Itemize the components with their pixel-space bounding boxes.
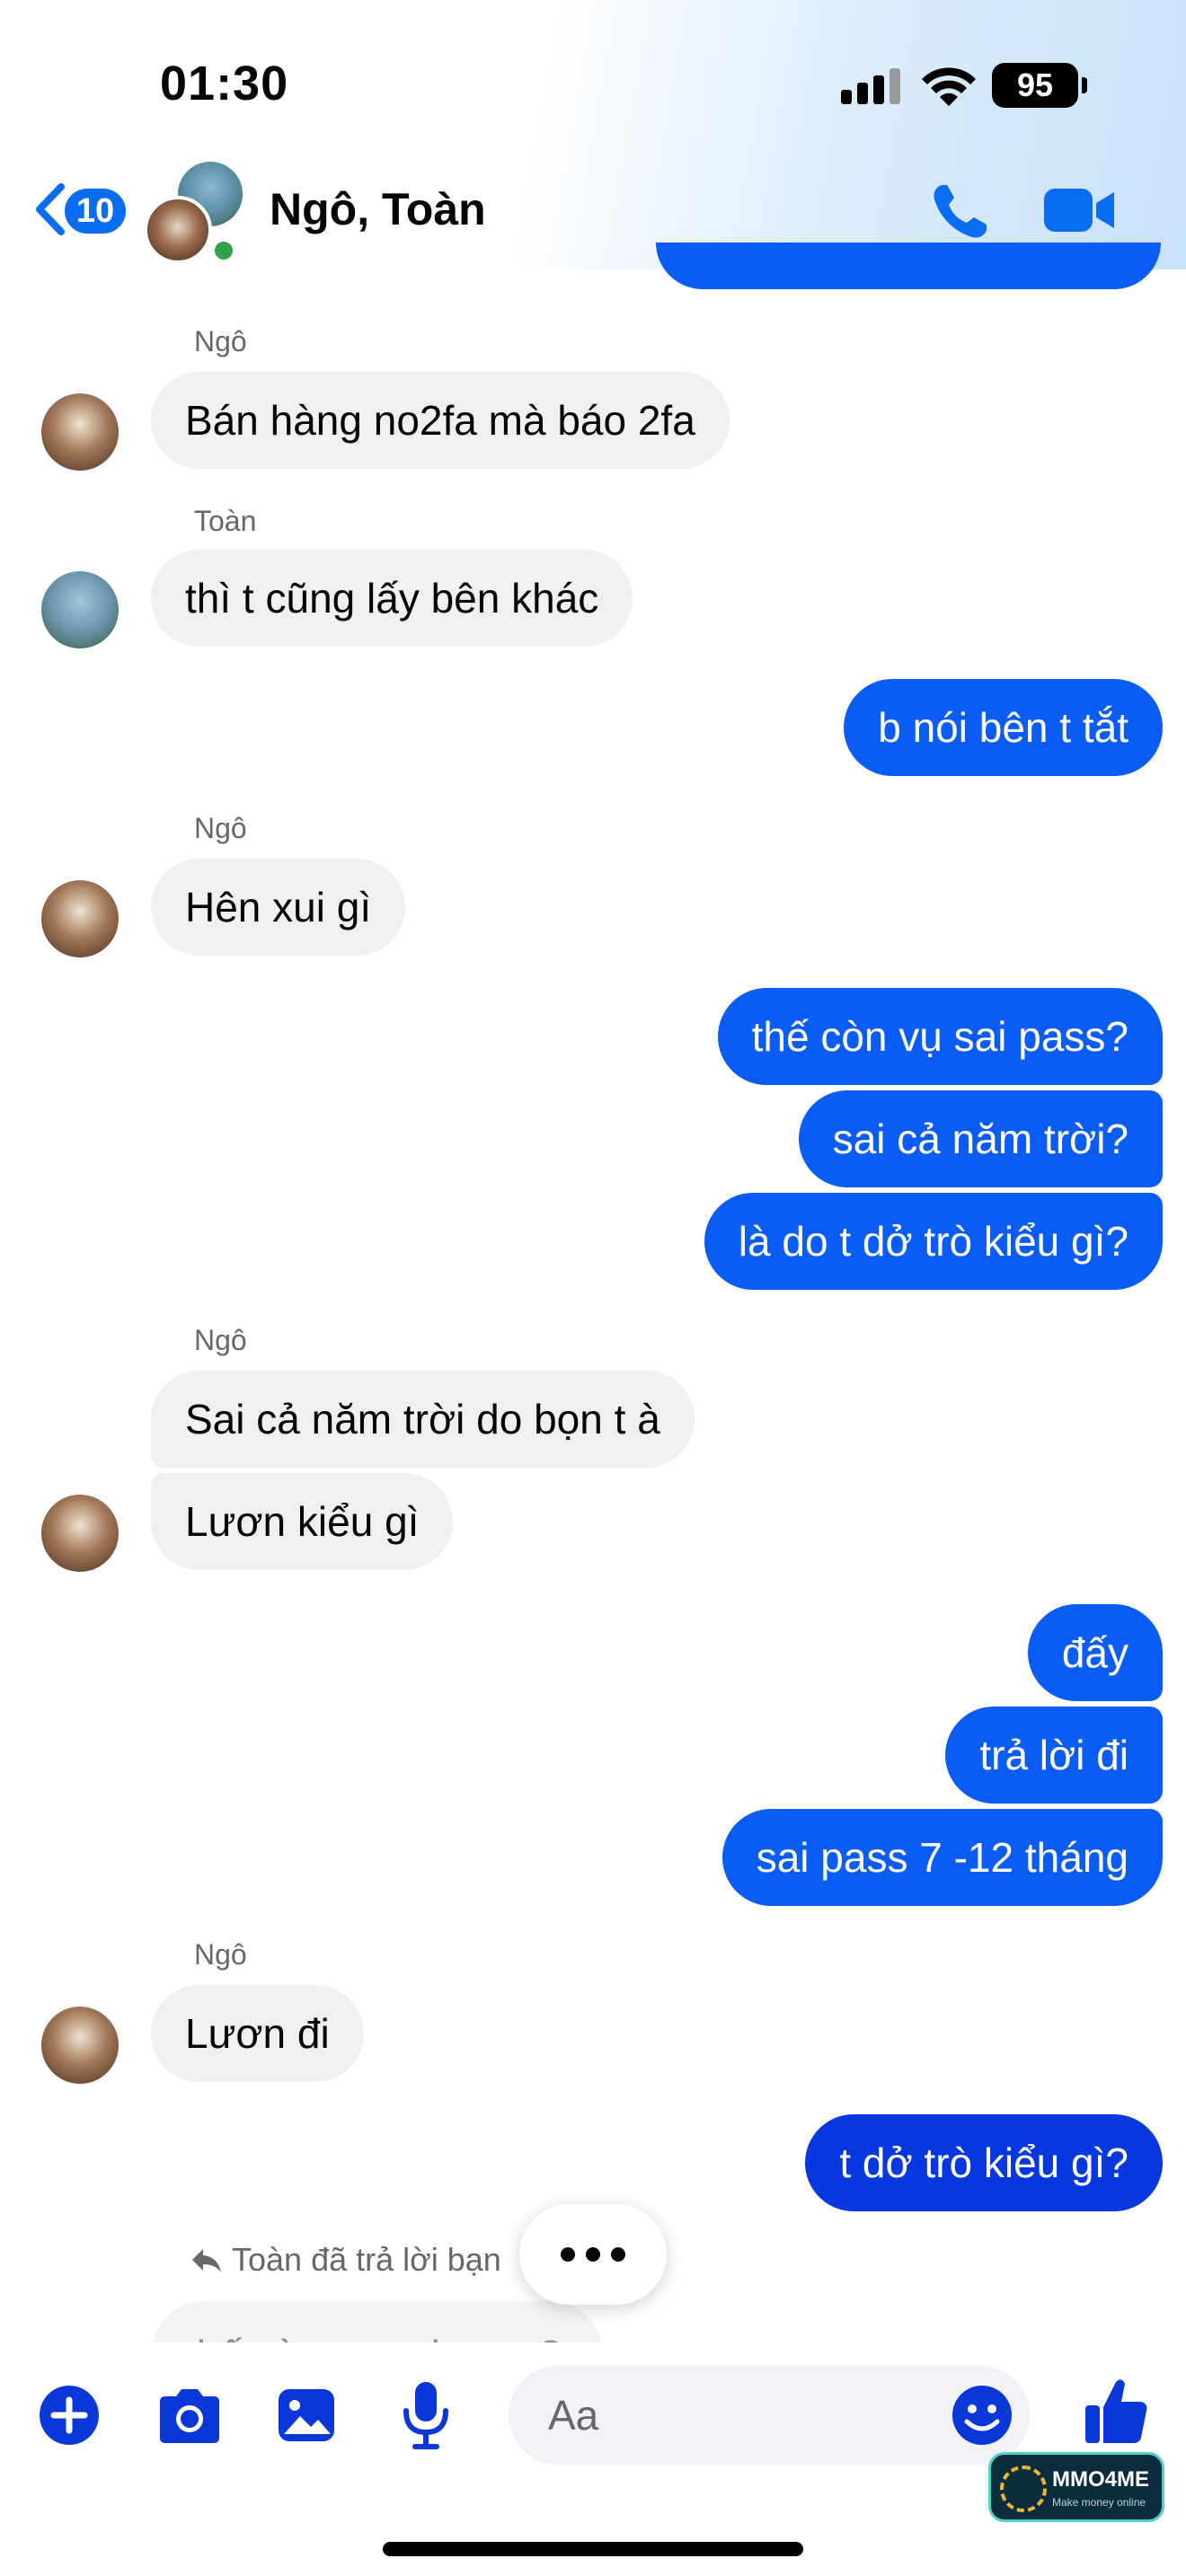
message-bubble-outgoing[interactable]: là do t dở trò kiểu gì? (704, 1193, 1163, 1290)
thumbs-up-icon[interactable] (1082, 2375, 1150, 2447)
message-bubble-partial (656, 243, 1161, 289)
reply-label: Toàn đã trả lời bạn (232, 2241, 501, 2278)
more-options-button[interactable] (519, 2204, 667, 2305)
camera-icon[interactable] (155, 2384, 225, 2447)
microphone-icon[interactable] (399, 2380, 453, 2450)
watermark-tagline: Make money online (1052, 2496, 1146, 2509)
message-bubble-outgoing[interactable]: đấy (1027, 1604, 1163, 1701)
unread-count-badge: 10 (65, 189, 126, 234)
watermark-logo: MMO4ME Make money online (988, 2452, 1164, 2522)
sender-name: Ngô (194, 325, 247, 357)
message-bubble-incoming[interactable]: Bán hàng no2fa mà báo 2fa (151, 372, 730, 469)
online-status-dot (210, 237, 237, 264)
avatar[interactable] (41, 571, 119, 648)
home-indicator[interactable] (383, 2542, 803, 2556)
sender-name: Toàn (194, 505, 257, 537)
message-bubble-outgoing[interactable]: sai cả năm trời? (798, 1090, 1163, 1187)
message-bubble-outgoing[interactable]: b nói bên t tắt (844, 679, 1163, 776)
message-input[interactable]: Aa (509, 2366, 1030, 2465)
gallery-icon[interactable] (275, 2384, 338, 2447)
message-bubble-outgoing[interactable]: t dở trò kiểu gì? (805, 2114, 1163, 2211)
status-time: 01:30 (160, 57, 289, 110)
avatar[interactable] (41, 880, 119, 957)
back-button[interactable]: 10 (34, 178, 126, 241)
emoji-icon[interactable] (951, 2384, 1013, 2447)
message-bubble-incoming[interactable]: thì t cũng lấy bên khác (151, 550, 633, 647)
message-composer: Aa MMO4ME Make money online (0, 2342, 1186, 2576)
message-bubble-outgoing[interactable]: sai pass 7 -12 tháng (721, 1809, 1163, 1906)
message-bubble-outgoing[interactable]: thế còn vụ sai pass? (717, 988, 1163, 1085)
avatar[interactable] (41, 1495, 119, 1572)
sender-name: Ngô (194, 812, 247, 844)
cellular-signal-icon (841, 68, 904, 104)
avatar-ngo (144, 196, 212, 264)
wifi-icon (922, 67, 976, 106)
coin-icon (1000, 2466, 1047, 2512)
sender-name: Ngô (194, 1324, 247, 1356)
watermark-brand: MMO4ME (1052, 2467, 1149, 2492)
avatar[interactable] (41, 393, 119, 471)
message-list[interactable]: Ngô Bán hàng no2fa mà báo 2fa Toàn thì t… (0, 243, 1186, 2409)
message-bubble-incoming[interactable]: Lươn kiểu gì (151, 1473, 454, 1570)
sender-name: Ngô (194, 1938, 247, 1971)
chat-title[interactable]: Ngô, Toàn (270, 183, 486, 235)
avatar[interactable] (41, 2007, 119, 2084)
message-input-placeholder: Aa (548, 2392, 599, 2439)
message-bubble-incoming[interactable]: Hên xui gì (151, 859, 406, 956)
message-bubble-outgoing[interactable]: trả lời đi (945, 1707, 1163, 1804)
plus-icon[interactable] (38, 2384, 101, 2447)
phone-icon[interactable] (929, 180, 992, 243)
message-bubble-incoming[interactable]: Sai cả năm trời do bọn t à (151, 1371, 695, 1468)
video-camera-icon[interactable] (1042, 183, 1116, 237)
status-bar: 01:30 95 (0, 0, 1186, 144)
message-bubble-incoming[interactable]: Lươn đi (151, 1985, 364, 2082)
battery-indicator: 95 (992, 63, 1087, 108)
reply-icon (192, 2249, 221, 2272)
group-avatar[interactable] (144, 162, 252, 264)
